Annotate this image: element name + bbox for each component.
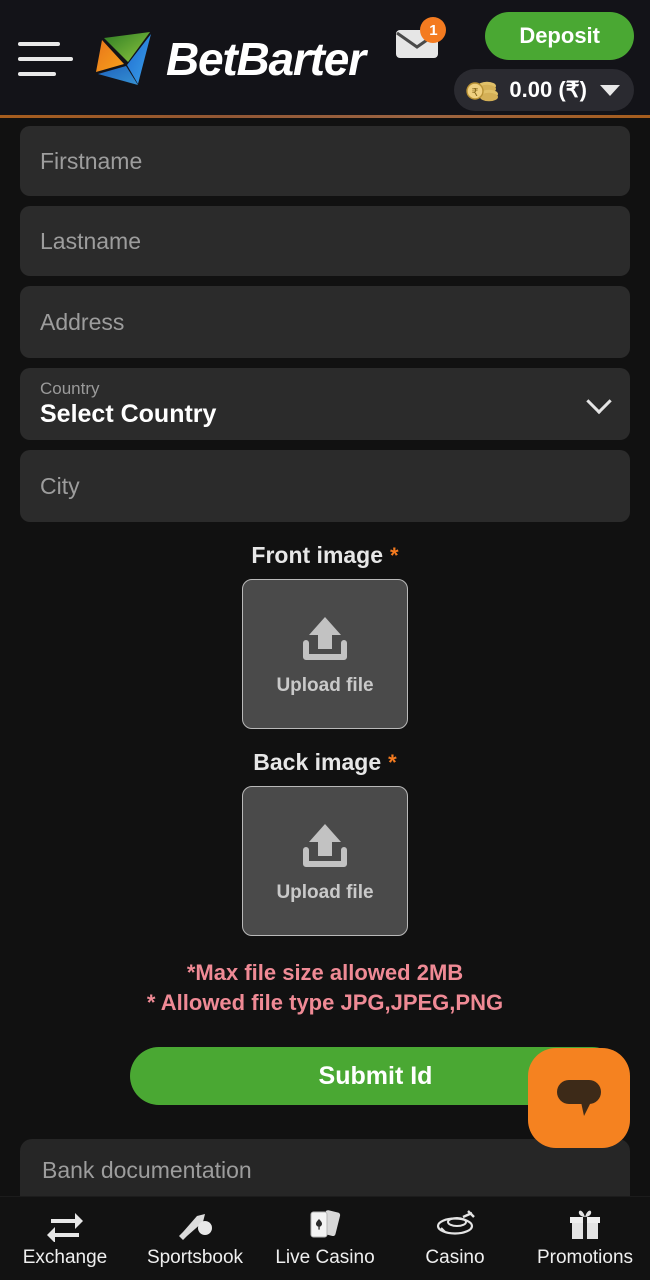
deposit-button[interactable]: Deposit xyxy=(485,12,634,60)
country-select[interactable]: Country Select Country xyxy=(20,368,630,440)
caret-down-icon[interactable] xyxy=(600,84,620,96)
nav-label-sportsbook: Sportsbook xyxy=(146,1247,244,1268)
hamburger-line xyxy=(18,72,56,76)
front-image-title: Front image * xyxy=(251,542,398,569)
cricket-bat-ball-icon xyxy=(179,1214,212,1240)
lastname-field[interactable]: Lastname xyxy=(20,206,630,276)
required-asterisk: * xyxy=(388,750,397,775)
address-field[interactable]: Address xyxy=(20,286,630,358)
exchange-arrows-icon xyxy=(47,1213,83,1242)
hamburger-line xyxy=(18,57,73,61)
betbarter-triangle-logo xyxy=(96,32,151,85)
country-label: Country xyxy=(40,378,100,398)
back-image-label: Back image xyxy=(253,749,382,775)
back-image-title: Back image * xyxy=(253,749,396,776)
roulette-table-icon xyxy=(436,1210,475,1235)
back-upload-text: Upload file xyxy=(276,882,374,903)
required-asterisk: * xyxy=(390,543,399,568)
nav-item-casino[interactable]: Casino xyxy=(390,1208,520,1269)
header-accent-line xyxy=(0,115,650,118)
front-image-upload-box[interactable]: Upload file xyxy=(242,579,408,729)
nav-item-live-casino[interactable]: Live Casino xyxy=(260,1208,390,1269)
coins-icon: ₹ xyxy=(466,81,499,102)
front-image-label: Front image xyxy=(251,542,384,568)
mail-badge: 1 xyxy=(420,17,447,43)
brand-logo[interactable]: BetBarter xyxy=(88,28,366,90)
hamburger-menu-icon[interactable] xyxy=(0,0,76,118)
front-image-upload-group: Front image * Upload file xyxy=(0,542,650,729)
upload-tray-icon xyxy=(303,824,347,867)
city-placeholder: City xyxy=(40,472,80,499)
brand-name: BetBarter xyxy=(166,33,366,85)
address-placeholder: Address xyxy=(40,308,125,335)
gift-box-icon xyxy=(570,1210,600,1239)
chat-bubble-icon xyxy=(557,1080,601,1116)
back-image-upload-group: Back image * Upload file xyxy=(0,749,650,936)
hamburger-line xyxy=(18,42,60,46)
header-right-column: Deposit ₹ 0.00 (₹) xyxy=(454,12,634,111)
bank-documentation-title: Bank documentation xyxy=(42,1157,252,1184)
kyc-form-content: Firstname Lastname Address Country Selec… xyxy=(0,118,650,1196)
balance-display[interactable]: ₹ 0.00 (₹) xyxy=(454,69,634,111)
envelope-icon[interactable]: 1 xyxy=(394,17,447,70)
nav-item-exchange[interactable]: Exchange xyxy=(0,1208,130,1269)
playing-cards-icon xyxy=(310,1210,341,1238)
nav-item-promotions[interactable]: Promotions xyxy=(520,1208,650,1269)
svg-text:₹: ₹ xyxy=(472,86,479,99)
country-value: Select Country xyxy=(40,400,217,429)
firstname-placeholder: Firstname xyxy=(40,147,143,174)
back-image-upload-box[interactable]: Upload file xyxy=(242,786,408,936)
lastname-placeholder: Lastname xyxy=(40,227,142,254)
nav-label-live-casino: Live Casino xyxy=(275,1247,375,1268)
balance-value: 0.00 (₹) xyxy=(509,77,587,102)
front-upload-text: Upload file xyxy=(276,675,374,696)
chat-support-button[interactable] xyxy=(528,1048,630,1148)
note-file-types: * Allowed file type JPG,JPEG,PNG xyxy=(146,989,504,1015)
app-screen: BetBarter 1 Deposit ₹ 0.00 (₹) Firstname… xyxy=(0,0,650,1280)
bottom-navigation: Exchange Sportsbook Live Casino Casino P… xyxy=(0,1196,650,1280)
header-actions: 1 Deposit ₹ 0.00 (₹) xyxy=(394,0,650,118)
firstname-field[interactable]: Firstname xyxy=(20,126,630,196)
bank-documentation-section[interactable]: Bank documentation xyxy=(20,1139,630,1196)
nav-item-sportsbook[interactable]: Sportsbook xyxy=(130,1208,260,1269)
chevron-down-icon[interactable] xyxy=(586,388,612,415)
upload-tray-icon xyxy=(303,617,347,660)
city-field[interactable]: City xyxy=(20,450,630,522)
nav-label-casino: Casino xyxy=(425,1247,485,1268)
nav-label-promotions: Promotions xyxy=(536,1247,634,1268)
file-restriction-notes: *Max file size allowed 2MB * Allowed fil… xyxy=(0,958,650,1017)
note-max-size: *Max file size allowed 2MB xyxy=(186,960,464,985)
nav-label-exchange: Exchange xyxy=(22,1247,108,1268)
app-header: BetBarter 1 Deposit ₹ 0.00 (₹) xyxy=(0,0,650,118)
